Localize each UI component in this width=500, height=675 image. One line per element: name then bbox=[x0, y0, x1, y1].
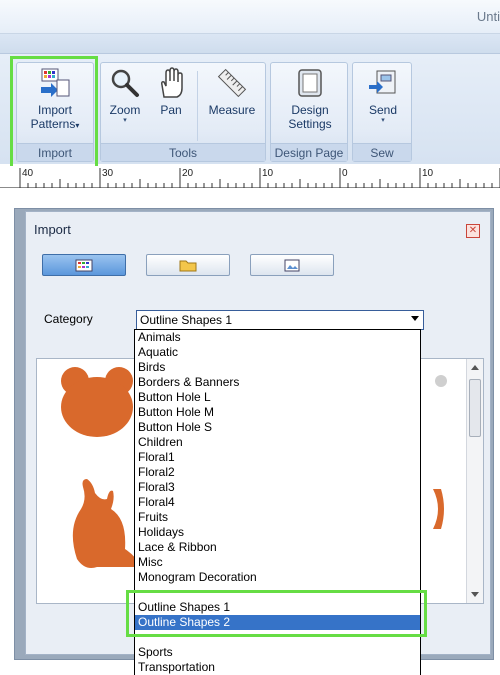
separator bbox=[197, 71, 198, 141]
horizontal-ruler: 40 30 20 10 0 10 bbox=[0, 166, 500, 188]
chevron-down-icon: ▾ bbox=[123, 117, 127, 124]
pattern-grid-icon bbox=[75, 259, 93, 272]
ribbon-tab-strip bbox=[0, 34, 500, 54]
category-select-value: Outline Shapes 1 bbox=[140, 313, 233, 327]
image-icon bbox=[284, 259, 300, 272]
category-option[interactable]: Button Hole S bbox=[135, 420, 420, 435]
import-panel-title: Import bbox=[34, 222, 71, 237]
group-label-design-page: Design Page bbox=[271, 143, 347, 161]
send-button[interactable]: Send ▾ bbox=[357, 67, 409, 125]
ribbon-group-design-page: Design Settings Design Page bbox=[270, 62, 348, 162]
outline-shapes-highlight bbox=[126, 590, 427, 637]
category-option[interactable]: Borders & Banners bbox=[135, 375, 420, 390]
bear-head-pattern[interactable] bbox=[61, 367, 133, 437]
chevron-down-icon[interactable] bbox=[411, 316, 419, 321]
category-option[interactable]: Transportation bbox=[135, 660, 420, 675]
ruler-label: 0 bbox=[342, 168, 348, 179]
category-option[interactable]: Monogram Decoration bbox=[135, 570, 420, 585]
open-folder-button[interactable] bbox=[146, 254, 230, 276]
category-option[interactable]: Button Hole M bbox=[135, 405, 420, 420]
scroll-up-icon[interactable] bbox=[471, 365, 479, 370]
design-settings-label-1: Design bbox=[291, 103, 329, 117]
close-icon[interactable]: ✕ bbox=[466, 224, 480, 238]
window-title: Unti bbox=[476, 9, 500, 24]
scroll-down-icon[interactable] bbox=[471, 592, 479, 597]
design-settings-icon bbox=[298, 69, 322, 97]
ribbon-group-tools: Zoom ▾ Pan Measure Tools bbox=[100, 62, 266, 162]
ruler-label: 10 bbox=[422, 168, 434, 179]
zoom-button[interactable]: Zoom ▾ bbox=[103, 67, 147, 125]
category-option[interactable]: Sports bbox=[135, 645, 420, 660]
category-option[interactable]: Lace & Ribbon bbox=[135, 540, 420, 555]
group-label-tools: Tools bbox=[101, 143, 265, 161]
preview-scrollbar[interactable] bbox=[466, 359, 483, 603]
image-import-button[interactable] bbox=[250, 254, 334, 276]
kangaroo-pattern[interactable] bbox=[72, 479, 141, 568]
category-option[interactable]: Floral4 bbox=[135, 495, 420, 510]
scroll-thumb[interactable] bbox=[469, 379, 481, 437]
category-option[interactable]: Floral1 bbox=[135, 450, 420, 465]
measure-button[interactable]: Measure bbox=[201, 67, 263, 117]
ruler-label: 30 bbox=[102, 168, 114, 179]
send-icon bbox=[369, 70, 396, 94]
category-option[interactable]: Floral3 bbox=[135, 480, 420, 495]
design-settings-button[interactable]: Design Settings bbox=[275, 67, 345, 131]
category-option[interactable]: Floral2 bbox=[135, 465, 420, 480]
zoom-icon bbox=[111, 69, 139, 97]
zoom-label: Zoom bbox=[109, 103, 141, 117]
ribbon-group-sew: Send ▾ Sew bbox=[352, 62, 412, 162]
category-option[interactable]: Holidays bbox=[135, 525, 420, 540]
send-label: Send bbox=[368, 103, 398, 117]
design-settings-label-2: Settings bbox=[288, 117, 332, 131]
title-bar: Unti bbox=[0, 0, 500, 34]
hand-icon bbox=[161, 67, 183, 98]
category-select[interactable]: Outline Shapes 1 bbox=[136, 310, 424, 330]
chevron-down-icon: ▾ bbox=[381, 117, 385, 124]
pan-label: Pan bbox=[160, 103, 182, 117]
ruler-label: 10 bbox=[262, 168, 274, 179]
category-option[interactable]: Aquatic bbox=[135, 345, 420, 360]
category-option[interactable]: Misc bbox=[135, 555, 420, 570]
category-option[interactable]: Birds bbox=[135, 360, 420, 375]
pan-button[interactable]: Pan bbox=[149, 67, 193, 117]
import-group-highlight bbox=[10, 56, 98, 170]
category-option[interactable]: Animals bbox=[135, 330, 420, 345]
pattern-list-view-button[interactable] bbox=[42, 254, 126, 276]
ruler-icon bbox=[217, 68, 247, 98]
measure-label: Measure bbox=[208, 103, 256, 117]
category-option[interactable]: Button Hole L bbox=[135, 390, 420, 405]
ruler-label: 40 bbox=[22, 168, 34, 179]
category-option[interactable]: Children bbox=[135, 435, 420, 450]
folder-icon bbox=[179, 260, 197, 272]
category-label: Category bbox=[44, 312, 93, 326]
category-option[interactable]: Fruits bbox=[135, 510, 420, 525]
ruler-label: 20 bbox=[182, 168, 194, 179]
group-label-sew: Sew bbox=[353, 143, 411, 161]
